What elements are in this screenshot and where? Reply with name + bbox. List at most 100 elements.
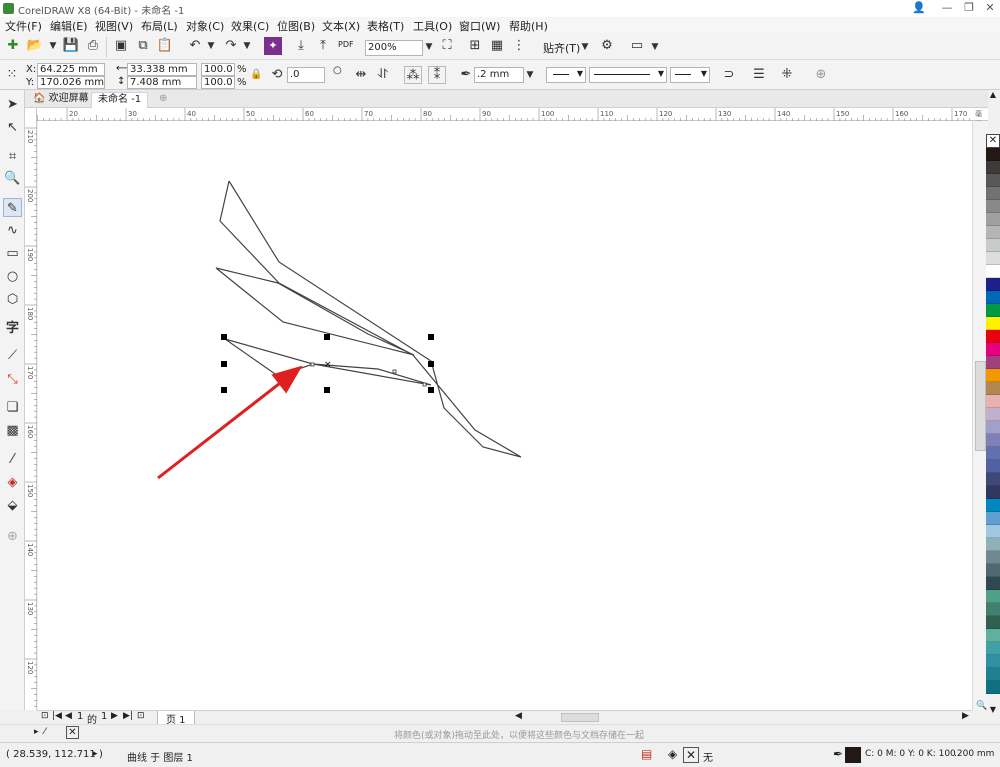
menu-window[interactable]: 窗口(W) — [459, 18, 500, 34]
vertical-scroll-thumb[interactable] — [975, 361, 986, 451]
menu-file[interactable]: 文件(F) — [5, 18, 42, 34]
end-arrowhead-select[interactable]: ▼ — [670, 67, 710, 83]
add-icon[interactable]: ⊕ — [812, 66, 830, 84]
palette-swatch[interactable] — [986, 226, 1000, 239]
palette-swatch[interactable] — [986, 447, 1000, 460]
fill-icon[interactable]: ◈ — [668, 747, 677, 761]
status-arrow-icon[interactable]: ▸ — [93, 749, 98, 759]
freehand-tool-icon[interactable]: ✎ — [3, 198, 22, 217]
add-node-icon[interactable]: ⁂ — [404, 66, 422, 84]
palette-swatch[interactable] — [986, 382, 1000, 395]
save-icon[interactable]: 💾 — [62, 37, 80, 55]
full-screen-icon[interactable]: ⛶ — [438, 37, 456, 55]
export-icon[interactable]: ⤒ — [314, 37, 332, 55]
outline-width-select[interactable]: .2 mm — [474, 67, 524, 83]
palette-swatch[interactable] — [986, 278, 1000, 291]
palette-swatch[interactable] — [986, 629, 1000, 642]
snap-to-button[interactable]: 贴齐(T) — [543, 40, 580, 56]
smart-fill-icon[interactable]: ⬙ — [3, 496, 22, 515]
import-icon[interactable]: ⤓ — [292, 37, 310, 55]
launcher-dropdown-icon[interactable]: ▼ — [646, 38, 664, 56]
menu-tools[interactable]: 工具(O) — [413, 18, 452, 34]
menu-text[interactable]: 文本(X) — [322, 18, 360, 34]
redo-dropdown-icon[interactable]: ▼ — [238, 37, 256, 55]
palette-scroll-down-icon[interactable]: ▼ — [986, 705, 1000, 717]
add-page-icon[interactable]: ⊡ — [137, 711, 145, 721]
palette-swatch[interactable] — [986, 369, 1000, 382]
close-curve-icon[interactable]: ⊃ — [720, 66, 738, 84]
palette-swatch[interactable] — [986, 603, 1000, 616]
mirror-horizontal-icon[interactable]: ⇹ — [352, 66, 370, 84]
application-launcher-icon[interactable]: ▭ — [628, 37, 646, 55]
menu-layout[interactable]: 布局(L) — [141, 18, 178, 34]
width-input[interactable]: 33.338 mm — [127, 63, 197, 76]
restore-button[interactable]: ❐ — [962, 1, 976, 14]
drawing-canvas[interactable]: × — [38, 121, 988, 710]
palette-swatch[interactable] — [986, 356, 1000, 369]
quick-trace-icon[interactable]: ⁜ — [778, 66, 796, 84]
wrap-text-icon[interactable]: ☰ — [750, 66, 768, 84]
scroll-left-icon[interactable]: ◀ — [515, 711, 522, 721]
publish-pdf-button[interactable]: PDF — [338, 40, 354, 49]
bird-head-curve[interactable] — [219, 180, 522, 458]
first-page-button[interactable]: |◀ — [52, 711, 62, 721]
palette-swatch[interactable] — [986, 577, 1000, 590]
mirror-vertical-icon[interactable]: ⥯ — [374, 66, 392, 84]
pick-tool-icon[interactable]: ➤ — [3, 95, 22, 114]
tab-document[interactable]: 未命名 -1 — [91, 92, 149, 108]
rotation-input[interactable]: .0 — [287, 67, 325, 83]
palette-swatch[interactable] — [986, 148, 1000, 161]
cut-icon[interactable]: ▣ — [112, 37, 130, 55]
crop-tool-icon[interactable]: ⌗ — [3, 147, 22, 166]
scroll-right-icon[interactable]: ▶ — [962, 711, 969, 721]
menu-view[interactable]: 视图(V) — [95, 18, 133, 34]
no-color-swatch[interactable]: ✕ — [986, 134, 1000, 148]
lock-ratio-icon[interactable]: 🔒 — [250, 69, 262, 80]
palette-swatch[interactable] — [986, 304, 1000, 317]
polygon-tool-icon[interactable]: ⬡ — [3, 290, 22, 309]
palette-menu-icon[interactable]: ▸ — [34, 727, 39, 737]
search-content-icon[interactable]: ✦ — [264, 37, 282, 55]
line-style-select[interactable]: ▼ — [589, 67, 667, 83]
color-management-icon[interactable]: ▤ — [641, 747, 652, 761]
tab-welcome-screen[interactable]: 🏠 欢迎屏幕 — [27, 92, 95, 108]
palette-swatch[interactable] — [986, 252, 1000, 265]
palette-swatch[interactable] — [986, 421, 1000, 434]
new-document-icon[interactable]: ✚ — [4, 37, 22, 55]
menu-object[interactable]: 对象(C) — [186, 18, 224, 34]
last-page-button[interactable]: ▶| — [123, 711, 133, 721]
palette-swatch[interactable] — [986, 499, 1000, 512]
height-input[interactable]: 7.408 mm — [127, 76, 197, 89]
zoom-tool-icon[interactable]: 🔍 — [3, 169, 22, 188]
show-guidelines-icon[interactable]: ⋮ — [510, 37, 528, 55]
paste-icon[interactable]: 📋 — [156, 37, 174, 55]
x-position-input[interactable]: 64.225 mm — [37, 63, 105, 76]
first-page-icon[interactable]: ⊡ — [41, 711, 49, 721]
palette-swatch[interactable] — [986, 200, 1000, 213]
interactive-fill-icon[interactable]: ◈ — [3, 473, 22, 492]
palette-swatch[interactable] — [986, 668, 1000, 681]
show-grid-icon[interactable]: ▦ — [488, 37, 506, 55]
palette-swatch[interactable] — [986, 330, 1000, 343]
outline-color-swatch[interactable] — [845, 747, 861, 763]
palette-swatch[interactable] — [986, 187, 1000, 200]
start-arrowhead-select[interactable]: ▼ — [546, 67, 586, 83]
palette-swatch[interactable] — [986, 239, 1000, 252]
palette-scroll-up-icon[interactable]: ▲ — [986, 90, 1000, 110]
no-fill-swatch[interactable]: ✕ — [66, 726, 79, 739]
undo-dropdown-icon[interactable]: ▼ — [202, 37, 220, 55]
copy-icon[interactable]: ⧉ — [134, 37, 152, 55]
reduce-nodes-icon[interactable]: ⁑ — [428, 66, 446, 84]
artistic-media-tool-icon[interactable]: ∿ — [3, 221, 22, 240]
palette-swatch[interactable] — [986, 590, 1000, 603]
user-icon[interactable]: 👤 — [912, 1, 926, 14]
previous-page-button[interactable]: ◀ — [65, 711, 72, 721]
gear-icon[interactable]: ⚙ — [598, 37, 616, 55]
palette-swatch[interactable] — [986, 538, 1000, 551]
fill-none-swatch[interactable]: ✕ — [683, 747, 699, 763]
palette-swatch[interactable] — [986, 616, 1000, 629]
palette-swatch[interactable] — [986, 408, 1000, 421]
transparency-tool-icon[interactable]: ▩ — [3, 421, 22, 440]
y-position-input[interactable]: 170.026 mm — [37, 76, 105, 89]
close-button[interactable]: ✕ — [983, 1, 997, 14]
